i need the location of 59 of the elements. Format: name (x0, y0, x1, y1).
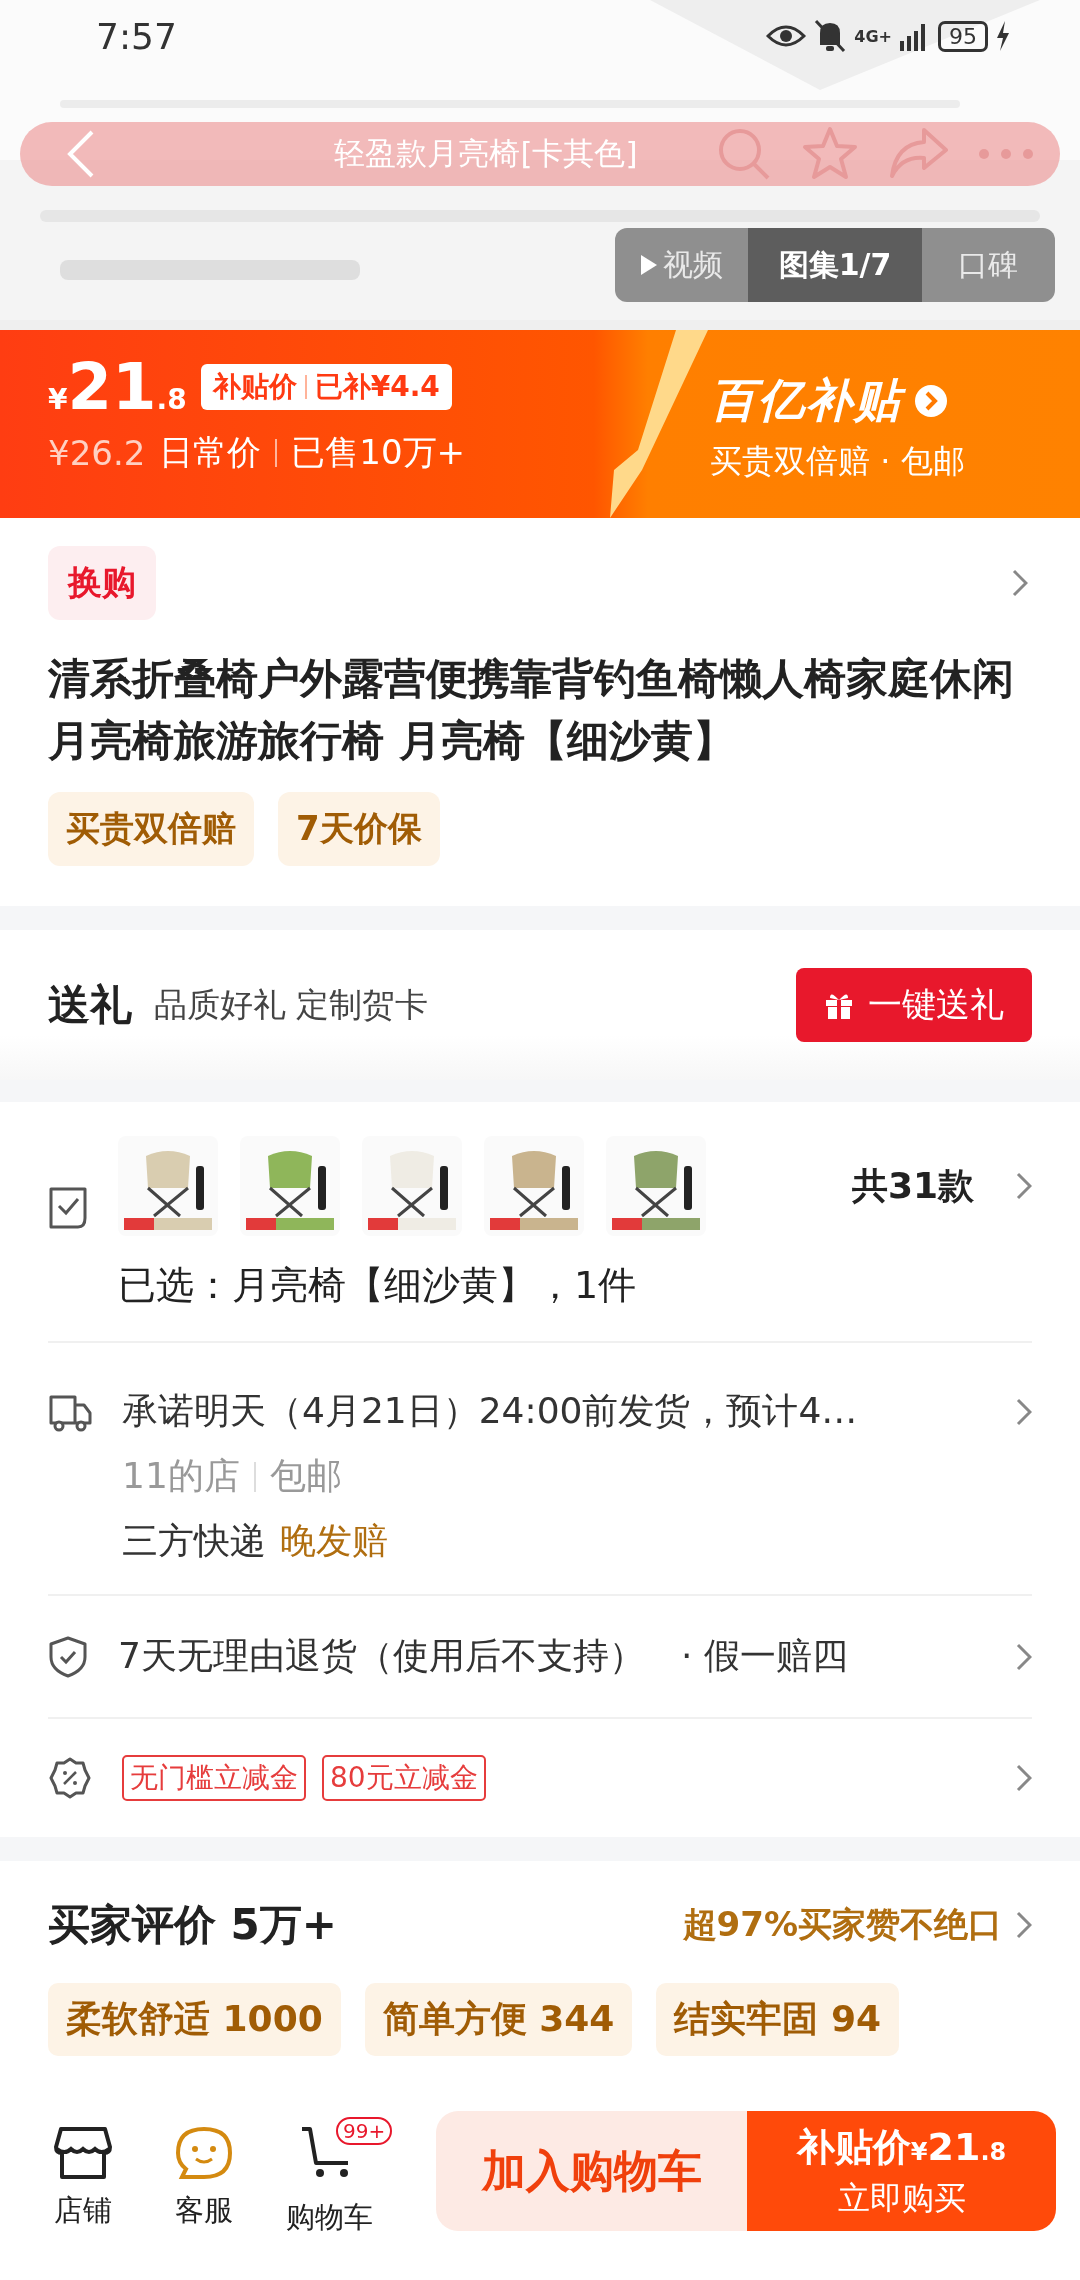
service-tag: 7天价保 (278, 792, 440, 866)
bell-muted-icon (814, 19, 847, 53)
media-tab[interactable]: 口碑 (921, 228, 1055, 302)
review-summary[interactable]: 超97%买家赞不绝口 (682, 1902, 1002, 1948)
nav-title: 轻盈款月亮椅[卡其色] (333, 134, 639, 173)
gift-button[interactable]: 一键送礼 (796, 968, 1032, 1042)
subsidy-badge: 补贴价 已补¥4.4 (200, 364, 452, 410)
service-tag: 买贵双倍赔 (48, 792, 254, 866)
coupon-tag[interactable]: 无门槛立减金 (122, 1755, 306, 1801)
price-label: 日常价 (159, 431, 262, 474)
star-icon[interactable] (802, 126, 858, 182)
chevron-icon[interactable] (914, 384, 948, 418)
gift-subtitle: 品质好礼 定制贺卡 (154, 983, 430, 1026)
guarantee-label: · 假一赔四 (680, 1634, 849, 1678)
buy-now-button[interactable]: 补贴价¥21.8 立即购买 (747, 2111, 1056, 2231)
chevron-icon[interactable] (1016, 1172, 1032, 1200)
shipping-promise: 承诺明天（4月21日）24:00前发货，预计4… (122, 1389, 859, 1433)
checklist-icon (48, 1186, 88, 1230)
reviews-title: 买家评价 5万+ (48, 1899, 339, 1951)
chevron-icon[interactable] (1016, 1911, 1032, 1939)
original-price: ¥26.2 (48, 433, 146, 473)
return-policy: 7天无理由退货（使用后不支持） (118, 1634, 645, 1678)
review-tag[interactable]: 柔软舒适 1000 (48, 1983, 341, 2056)
late-compensation: 晚发赔 (280, 1519, 388, 1563)
gift-title: 送礼 (48, 979, 132, 1031)
charging-icon (996, 21, 1010, 51)
shipping-fee: 包邮 (269, 1454, 342, 1498)
network-label: 4G+ (854, 26, 892, 46)
courier-label: 三方快递 (122, 1519, 266, 1563)
selected-variant: 已选：月亮椅【细沙黄】，1件 (118, 1262, 638, 1309)
media-tab[interactable]: 视频 (615, 228, 749, 302)
shield-icon (48, 1634, 88, 1679)
add-to-cart-button[interactable]: 加入购物车 (436, 2111, 748, 2231)
discount-icon (48, 1756, 92, 1800)
media-tab[interactable]: 图集1/7 (748, 228, 922, 302)
cart-badge: 99+ (335, 2117, 393, 2145)
brand-subtitle: 买贵双倍赔 · 包邮 (710, 441, 965, 482)
review-tag[interactable]: 简单方便 344 (364, 1983, 633, 2056)
bottom-nav-item[interactable]: 店铺 (30, 2111, 137, 2231)
exchange-tag[interactable]: 换购 (48, 546, 156, 620)
shop-name: 11的店 (122, 1454, 240, 1498)
bottom-nav-item[interactable]: 客服 (150, 2111, 258, 2231)
bottom-nav-item[interactable]: 99+ 购物车 (271, 2111, 409, 2238)
coupon-tag[interactable]: 80元立减金 (322, 1755, 486, 1801)
chat-face-icon (174, 2125, 235, 2181)
status-time: 7:57 (96, 15, 177, 57)
truck-icon (48, 1393, 92, 1433)
price: ¥21.8 (48, 350, 187, 424)
chevron-icon[interactable] (1016, 1397, 1032, 1426)
product-title: 清系折叠椅户外露营便携靠背钓鱼椅懒人椅家庭休闲月亮椅旅游旅行椅 月亮椅【细沙黄】 (48, 653, 1015, 767)
chevron-icon[interactable] (1016, 1764, 1032, 1792)
battery-level: 95 (938, 20, 988, 52)
sold-count: 已售10万+ (291, 431, 466, 474)
play-icon (640, 255, 657, 275)
shop-icon (53, 2125, 114, 2181)
variant-count[interactable]: 共31款 (851, 1161, 974, 1211)
review-tag[interactable]: 结实牢固 94 (656, 1983, 900, 2056)
chevron-icon[interactable] (1012, 569, 1028, 597)
chevron-icon[interactable] (1016, 1642, 1032, 1671)
